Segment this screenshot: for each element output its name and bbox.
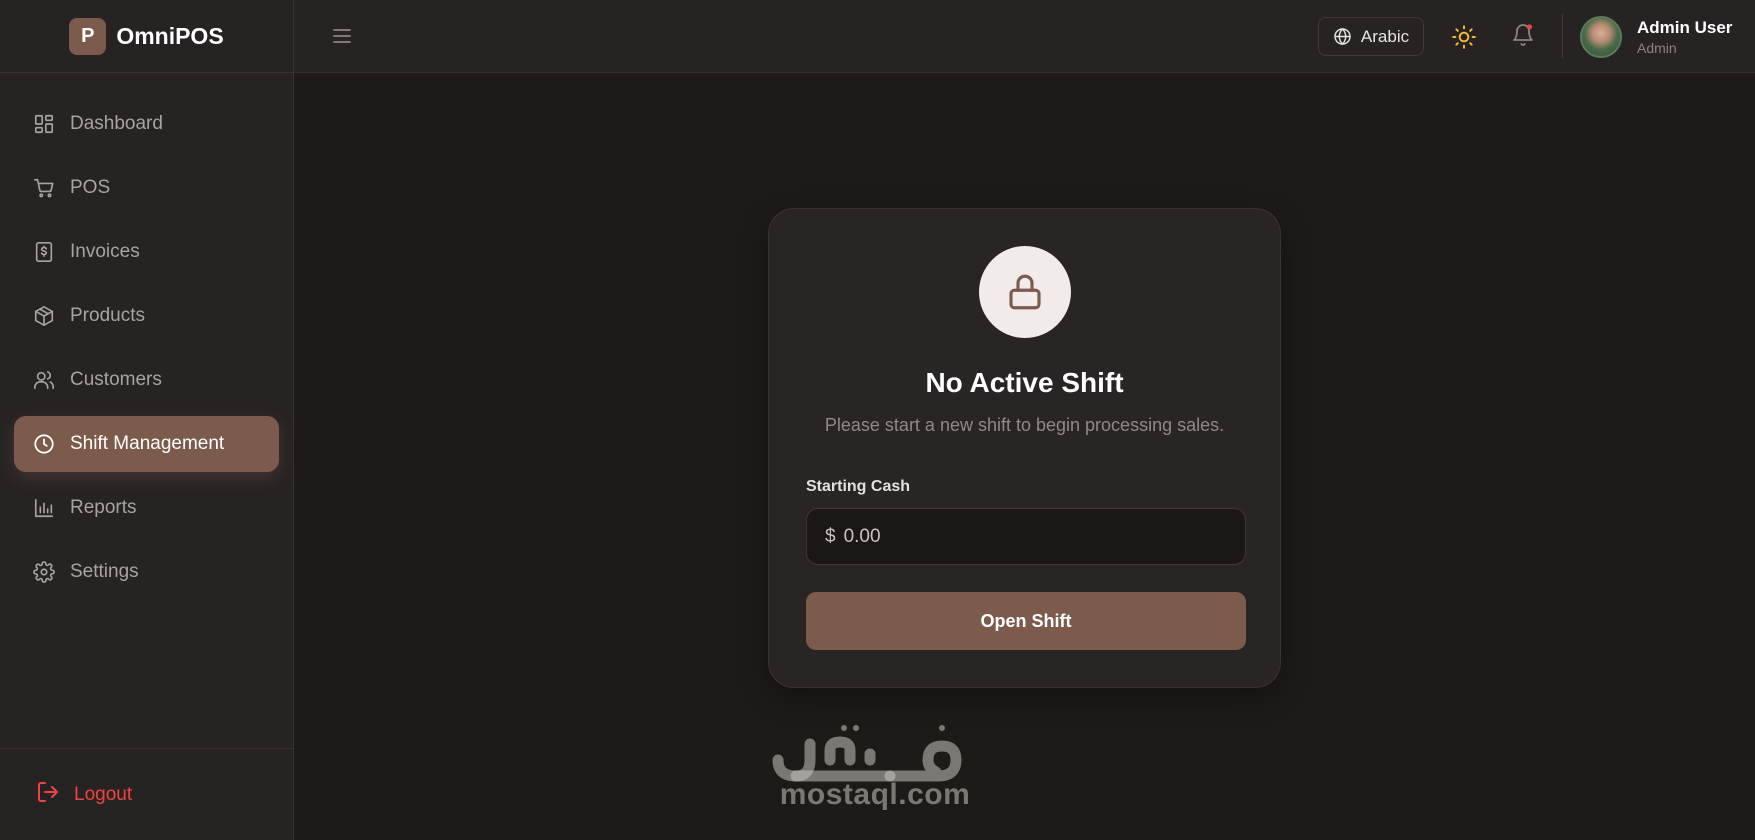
sidebar-item-pos[interactable]: POS — [14, 160, 279, 216]
theme-toggle-button[interactable] — [1451, 24, 1477, 50]
currency-symbol: $ — [825, 525, 836, 547]
lock-badge — [979, 246, 1071, 338]
dashboard-icon — [32, 112, 56, 136]
hamburger-icon — [333, 29, 351, 43]
logout-button[interactable]: Logout — [0, 748, 293, 840]
watermark: mostaql.com — [770, 720, 980, 812]
language-toggle-button[interactable]: Arabic — [1318, 17, 1424, 56]
sidebar-item-invoices[interactable]: Invoices — [14, 224, 279, 280]
sidebar: P OmniPOS Dashboard POS Invoices Product… — [0, 0, 294, 840]
sidebar-item-label: POS — [70, 177, 111, 198]
gear-icon — [32, 560, 56, 584]
globe-icon — [1334, 27, 1351, 46]
starting-cash-field[interactable]: $ — [806, 508, 1246, 565]
bar-chart-icon — [32, 496, 56, 520]
clock-icon — [32, 432, 56, 456]
sidebar-item-label: Shift Management — [70, 433, 225, 454]
brand-logo: P — [69, 17, 107, 55]
package-icon — [32, 304, 56, 328]
sidebar-item-shift-management[interactable]: Shift Management — [14, 416, 279, 472]
sidebar-item-label: Reports — [70, 497, 137, 518]
starting-cash-input[interactable] — [843, 525, 1224, 548]
user-role: Admin — [1637, 40, 1677, 56]
sidebar-item-label: Products — [70, 305, 145, 326]
header-divider — [1562, 14, 1563, 58]
bell-icon — [1513, 24, 1533, 46]
sidebar-nav: Dashboard POS Invoices Products Customer… — [0, 73, 293, 600]
watermark-text: mostaql.com — [779, 778, 971, 811]
notifications-button[interactable] — [1511, 23, 1537, 49]
sidebar-item-settings[interactable]: Settings — [14, 544, 279, 600]
top-header: Arabic Admin User Admin — [294, 0, 1755, 73]
sidebar-item-customers[interactable]: Customers — [14, 352, 279, 408]
no-active-shift-card: No Active Shift Please start a new shift… — [768, 208, 1281, 688]
sidebar-item-label: Settings — [70, 561, 139, 582]
sun-icon — [1452, 25, 1476, 49]
sidebar-item-reports[interactable]: Reports — [14, 480, 279, 536]
starting-cash-label: Starting Cash — [806, 478, 911, 495]
invoice-icon — [32, 240, 56, 264]
sidebar-item-label: Customers — [70, 369, 162, 390]
lock-icon — [1009, 274, 1041, 310]
user-name: Admin User — [1637, 18, 1733, 37]
logout-icon — [36, 780, 60, 809]
logout-label: Logout — [74, 783, 133, 805]
card-title: No Active Shift — [925, 367, 1124, 398]
notification-dot — [1526, 24, 1533, 30]
brand[interactable]: P OmniPOS — [0, 0, 293, 73]
cart-icon — [32, 176, 56, 200]
card-subtitle: Please start a new shift to begin proces… — [824, 415, 1225, 435]
language-label: Arabic — [1360, 26, 1410, 46]
users-icon — [32, 368, 56, 392]
brand-name: OmniPOS — [116, 22, 224, 49]
sidebar-item-products[interactable]: Products — [14, 288, 279, 344]
sidebar-item-label: Dashboard — [70, 113, 163, 134]
menu-toggle-button[interactable] — [330, 24, 354, 48]
open-shift-button[interactable]: Open Shift — [806, 592, 1246, 650]
watermark-logo — [770, 720, 980, 782]
sidebar-item-label: Invoices — [70, 241, 140, 262]
avatar[interactable] — [1580, 16, 1622, 58]
sidebar-item-dashboard[interactable]: Dashboard — [14, 96, 279, 152]
